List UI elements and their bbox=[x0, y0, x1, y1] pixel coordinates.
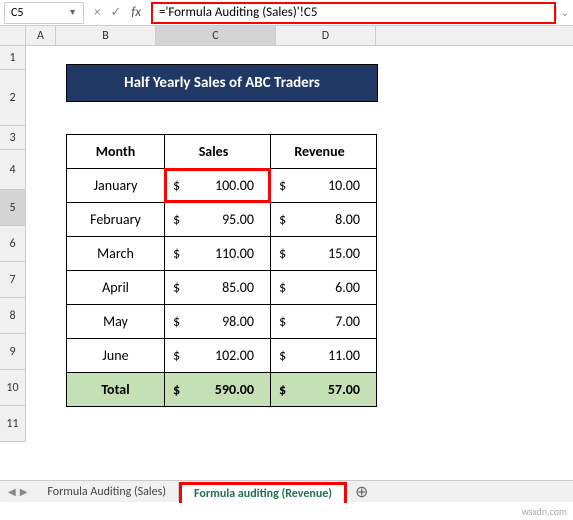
formula-input[interactable]: ='Formula Auditing (Sales)'!C5 bbox=[151, 2, 556, 24]
table-row: March$110.00$15.00 bbox=[67, 237, 377, 271]
sales-cell[interactable]: $95.00 bbox=[165, 203, 271, 237]
name-box[interactable]: C5 ▼ bbox=[4, 2, 84, 24]
sales-cell[interactable]: $102.00 bbox=[165, 339, 271, 373]
month-cell[interactable]: March bbox=[67, 237, 165, 271]
chevron-down-icon[interactable]: ▼ bbox=[68, 7, 77, 18]
month-cell[interactable]: April bbox=[67, 271, 165, 305]
row-header-6[interactable]: 6 bbox=[0, 226, 25, 262]
sales-cell[interactable]: $98.00 bbox=[165, 305, 271, 339]
row-header-4[interactable]: 4 bbox=[0, 150, 25, 190]
revenue-cell[interactable]: $6.00 bbox=[271, 271, 377, 305]
confirm-icon[interactable]: ✓ bbox=[110, 5, 121, 20]
table-row: June$102.00$11.00 bbox=[67, 339, 377, 373]
revenue-cell[interactable]: $10.00 bbox=[271, 169, 377, 203]
table-row: January$100.00$10.00 bbox=[67, 169, 377, 203]
cell-reference: C5 bbox=[11, 6, 23, 20]
sales-table: Month Sales Revenue January$100.00$10.00… bbox=[66, 134, 377, 407]
sheet-tab-bar: ◀ ▶ Formula Auditing (Sales) Formula aud… bbox=[0, 480, 573, 502]
sales-cell[interactable]: $110.00 bbox=[165, 237, 271, 271]
col-header-c[interactable]: C bbox=[156, 26, 276, 45]
fx-icon[interactable]: fx bbox=[131, 5, 141, 20]
total-sales[interactable]: $590.00 bbox=[165, 373, 271, 407]
add-sheet-icon[interactable]: ⊕ bbox=[347, 482, 376, 502]
revenue-cell[interactable]: $11.00 bbox=[271, 339, 377, 373]
month-cell[interactable]: May bbox=[67, 305, 165, 339]
revenue-cell[interactable]: $15.00 bbox=[271, 237, 377, 271]
cancel-icon[interactable]: × bbox=[94, 5, 100, 20]
row-header-11[interactable]: 11 bbox=[0, 406, 25, 442]
row-header-9[interactable]: 9 bbox=[0, 334, 25, 370]
row-headers: 1234567891011 bbox=[0, 46, 26, 442]
table-header-row: Month Sales Revenue bbox=[67, 135, 377, 169]
total-revenue[interactable]: $57.00 bbox=[271, 373, 377, 407]
formula-text: ='Formula Auditing (Sales)'!C5 bbox=[159, 5, 317, 20]
prev-sheet-icon[interactable]: ◀ bbox=[8, 485, 16, 498]
sales-cell[interactable]: $85.00 bbox=[165, 271, 271, 305]
row-header-3[interactable]: 3 bbox=[0, 126, 25, 150]
page-title: Half Yearly Sales of ABC Traders bbox=[66, 64, 378, 102]
col-header-a[interactable]: A bbox=[26, 26, 56, 45]
month-cell[interactable]: February bbox=[67, 203, 165, 237]
tab-nav: ◀ ▶ bbox=[0, 485, 35, 498]
table-row: May$98.00$7.00 bbox=[67, 305, 377, 339]
col-header-b[interactable]: B bbox=[56, 26, 156, 45]
row-header-10[interactable]: 10 bbox=[0, 370, 25, 406]
revenue-cell[interactable]: $8.00 bbox=[271, 203, 377, 237]
select-all-corner[interactable] bbox=[0, 26, 26, 46]
next-sheet-icon[interactable]: ▶ bbox=[20, 485, 28, 498]
expand-formula-icon[interactable]: ⌄ bbox=[556, 6, 573, 19]
row-header-8[interactable]: 8 bbox=[0, 298, 25, 334]
spreadsheet-grid[interactable]: A B C D 1234567891011 Half Yearly Sales … bbox=[0, 26, 573, 480]
tab-revenue[interactable]: Formula auditing (Revenue) bbox=[179, 482, 347, 503]
table-row: February$95.00$8.00 bbox=[67, 203, 377, 237]
row-header-1[interactable]: 1 bbox=[0, 46, 25, 70]
row-header-5[interactable]: 5 bbox=[0, 190, 25, 226]
formula-bar: C5 ▼ × ✓ fx ='Formula Auditing (Sales)'!… bbox=[0, 0, 573, 26]
row-header-2[interactable]: 2 bbox=[0, 70, 25, 126]
column-headers: A B C D bbox=[26, 26, 573, 46]
total-label[interactable]: Total bbox=[67, 373, 165, 407]
watermark: wsxdn.com bbox=[522, 505, 567, 518]
total-row: Total$590.00$57.00 bbox=[67, 373, 377, 407]
revenue-cell[interactable]: $7.00 bbox=[271, 305, 377, 339]
tab-sales[interactable]: Formula Auditing (Sales) bbox=[35, 483, 179, 501]
header-sales[interactable]: Sales bbox=[165, 135, 271, 169]
col-header-d[interactable]: D bbox=[276, 26, 376, 45]
formula-controls: × ✓ fx bbox=[84, 5, 151, 20]
month-cell[interactable]: January bbox=[67, 169, 165, 203]
month-cell[interactable]: June bbox=[67, 339, 165, 373]
sales-cell[interactable]: $100.00 bbox=[165, 169, 271, 203]
header-month[interactable]: Month bbox=[67, 135, 165, 169]
header-revenue[interactable]: Revenue bbox=[271, 135, 377, 169]
table-row: April$85.00$6.00 bbox=[67, 271, 377, 305]
row-header-7[interactable]: 7 bbox=[0, 262, 25, 298]
